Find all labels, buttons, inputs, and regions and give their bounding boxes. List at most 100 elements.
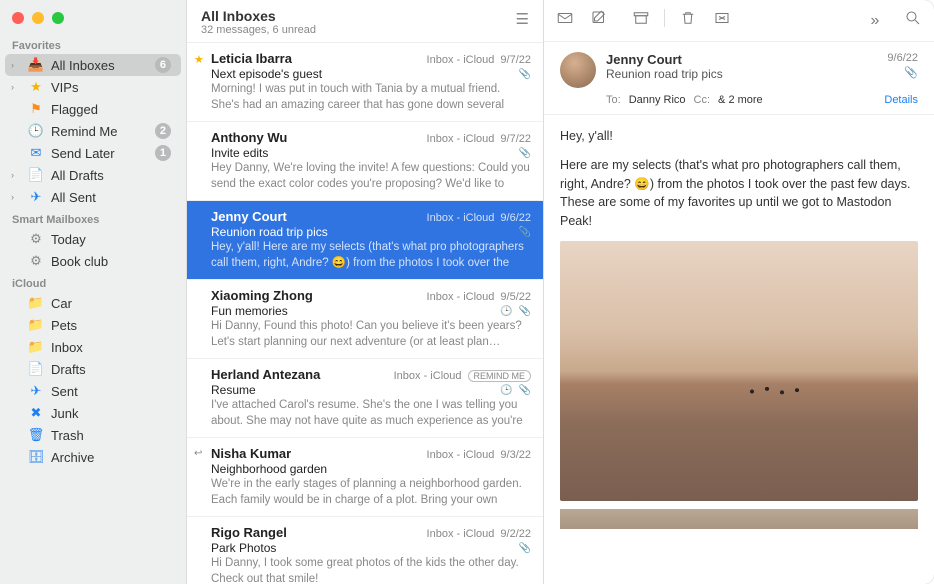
message-preview: Hi Danny, Found this photo! Can you beli… (211, 319, 531, 350)
sidebar-item-folder-car[interactable]: 📁Car (5, 292, 181, 314)
chevron-right-icon[interactable]: › (11, 82, 14, 92)
sidebar-item-folder-junk[interactable]: ✖Junk (5, 402, 181, 424)
junk-icon[interactable] (711, 9, 733, 32)
sidebar-item-vips[interactable]: ›★VIPs (5, 76, 181, 98)
close-window-button[interactable] (12, 12, 24, 24)
sidebar-item-today[interactable]: ⚙ Today (5, 228, 181, 250)
message-subject: Reunion road trip pics (606, 67, 877, 81)
clock-icon: 🕒 (500, 306, 512, 317)
message-body: Hey, y'all! Here are my selects (that's … (544, 115, 934, 584)
sidebar-item-folder-drafts[interactable]: 📄 Drafts (5, 358, 181, 380)
chevron-right-icon[interactable]: › (11, 192, 14, 202)
message-item[interactable]: ↩Nisha KumarInbox - iCloud9/3/22Neighbor… (187, 438, 543, 517)
sidebar-section-label: Favorites (0, 34, 186, 54)
message-from: Jenny Court (211, 209, 421, 224)
search-icon[interactable] (902, 9, 924, 32)
details-link[interactable]: Details (884, 94, 918, 106)
sidebar-item-book-club[interactable]: ⚙ Book club (5, 250, 181, 272)
today-icon: ⚙ (27, 231, 45, 247)
attached-photo[interactable] (560, 509, 918, 529)
message-preview: We're in the early stages of planning a … (211, 477, 531, 508)
archive-icon[interactable] (630, 9, 652, 32)
compose-icon[interactable] (588, 9, 610, 32)
message-list[interactable]: ★Leticia IbarraInbox - iCloud9/7/22Next … (187, 43, 543, 584)
folder-trash-icon: 🗑 (27, 427, 45, 443)
sidebar-item-folder-archive[interactable]: 🗄 Archive (5, 446, 181, 468)
sidebar-item-folder-pets[interactable]: 📁Pets (5, 314, 181, 336)
message-item[interactable]: Xiaoming ZhongInbox - iCloud9/5/22Fun me… (187, 280, 543, 359)
all-sent-icon: ✈ (27, 189, 45, 205)
sidebar-item-folder-inbox[interactable]: 📁Inbox (5, 336, 181, 358)
message-from: Anthony Wu (211, 130, 421, 145)
sidebar-item-all-drafts[interactable]: › 📄 All Drafts (5, 164, 181, 186)
sidebar-item-label: Drafts (51, 362, 171, 377)
trash-icon[interactable] (677, 9, 699, 32)
message-preview: I've attached Carol's resume. She's the … (211, 398, 531, 429)
message-from: Herland Antezana (211, 367, 388, 382)
message-subject: Reunion road trip pics (211, 225, 513, 239)
folder-drafts-icon: 📄 (27, 361, 45, 377)
message-mailbox: Inbox - iCloud (394, 370, 462, 382)
sidebar-item-folder-trash[interactable]: 🗑 Trash (5, 424, 181, 446)
sidebar-item-label: Trash (51, 428, 171, 443)
message-mailbox: Inbox - iCloud (427, 449, 495, 461)
message-date: 9/6/22 (887, 52, 918, 64)
minimize-window-button[interactable] (32, 12, 44, 24)
filter-icon[interactable]: ☰ (516, 8, 529, 28)
message-date: 9/6/22 (500, 212, 531, 224)
more-icon[interactable]: » (864, 12, 886, 30)
sidebar-item-label: All Drafts (51, 168, 171, 183)
sidebar-item-label: Today (51, 232, 171, 247)
sidebar-item-label: Send Later (51, 146, 155, 161)
sidebar-item-label: All Inboxes (51, 58, 155, 73)
body-paragraph: Hey, y'all! (560, 127, 918, 146)
message-date: 9/7/22 (500, 54, 531, 66)
message-mailbox: Inbox - iCloud (427, 528, 495, 540)
message-item[interactable]: Rigo RangelInbox - iCloud9/2/22Park Phot… (187, 517, 543, 584)
sidebar-item-remind-me[interactable]: 🕒 Remind Me2 (5, 120, 181, 142)
sidebar-item-label: Sent (51, 384, 171, 399)
message-from: Xiaoming Zhong (211, 288, 421, 303)
all-drafts-icon: 📄 (27, 167, 45, 183)
sidebar-item-label: Pets (51, 318, 171, 333)
message-subject: Invite edits (211, 146, 513, 160)
attachment-icon: 📎 (519, 306, 531, 317)
chevron-right-icon[interactable]: › (11, 60, 14, 70)
sidebar-item-label: Archive (51, 450, 171, 465)
sidebar-item-all-sent[interactable]: ›✈All Sent (5, 186, 181, 208)
list-header: All Inboxes 32 messages, 6 unread ☰ (187, 0, 543, 43)
book-club-icon: ⚙ (27, 253, 45, 269)
attached-photo[interactable] (560, 241, 918, 501)
envelope-icon[interactable] (554, 9, 576, 32)
sidebar-item-send-later[interactable]: ✉Send Later1 (5, 142, 181, 164)
badge-count: 1 (155, 145, 171, 161)
sidebar-item-all-inboxes[interactable]: ›📥All Inboxes6 (5, 54, 181, 76)
sidebar-item-flagged[interactable]: ⚑Flagged (5, 98, 181, 120)
message-item[interactable]: Jenny CourtInbox - iCloud9/6/22Reunion r… (187, 201, 543, 280)
message-item[interactable]: Herland AntezanaInbox - iCloudREMIND MER… (187, 359, 543, 438)
fullscreen-window-button[interactable] (52, 12, 64, 24)
message-from: Nisha Kumar (211, 446, 421, 461)
message-subject: Resume (211, 383, 494, 397)
chevron-right-icon[interactable]: › (11, 170, 14, 180)
star-icon: ★ (194, 53, 204, 66)
vips-icon: ★ (27, 79, 45, 95)
folder-inbox-icon: 📁 (27, 339, 45, 355)
message-subject: Fun memories (211, 304, 494, 318)
message-from: Rigo Rangel (211, 525, 421, 540)
message-preview: Hey, y'all! Here are my selects (that's … (211, 240, 531, 271)
badge-count: 2 (155, 123, 171, 139)
folder-archive-icon: 🗄 (27, 449, 45, 465)
remind-me-icon: 🕒 (27, 123, 45, 139)
message-header: Jenny Court Reunion road trip pics 9/6/2… (544, 42, 934, 115)
sidebar-item-folder-sent[interactable]: ✈Sent (5, 380, 181, 402)
clock-icon: 🕒 (500, 385, 512, 396)
message-item[interactable]: Anthony WuInbox - iCloud9/7/22Invite edi… (187, 122, 543, 201)
message-preview: Hi Danny, I took some great photos of th… (211, 556, 531, 584)
sidebar-item-label: Flagged (51, 102, 171, 117)
to-label: To: (606, 94, 621, 106)
sidebar-item-label: Remind Me (51, 124, 155, 139)
sidebar-item-label: Book club (51, 254, 171, 269)
message-item[interactable]: ★Leticia IbarraInbox - iCloud9/7/22Next … (187, 43, 543, 122)
sidebar-item-label: Junk (51, 406, 171, 421)
